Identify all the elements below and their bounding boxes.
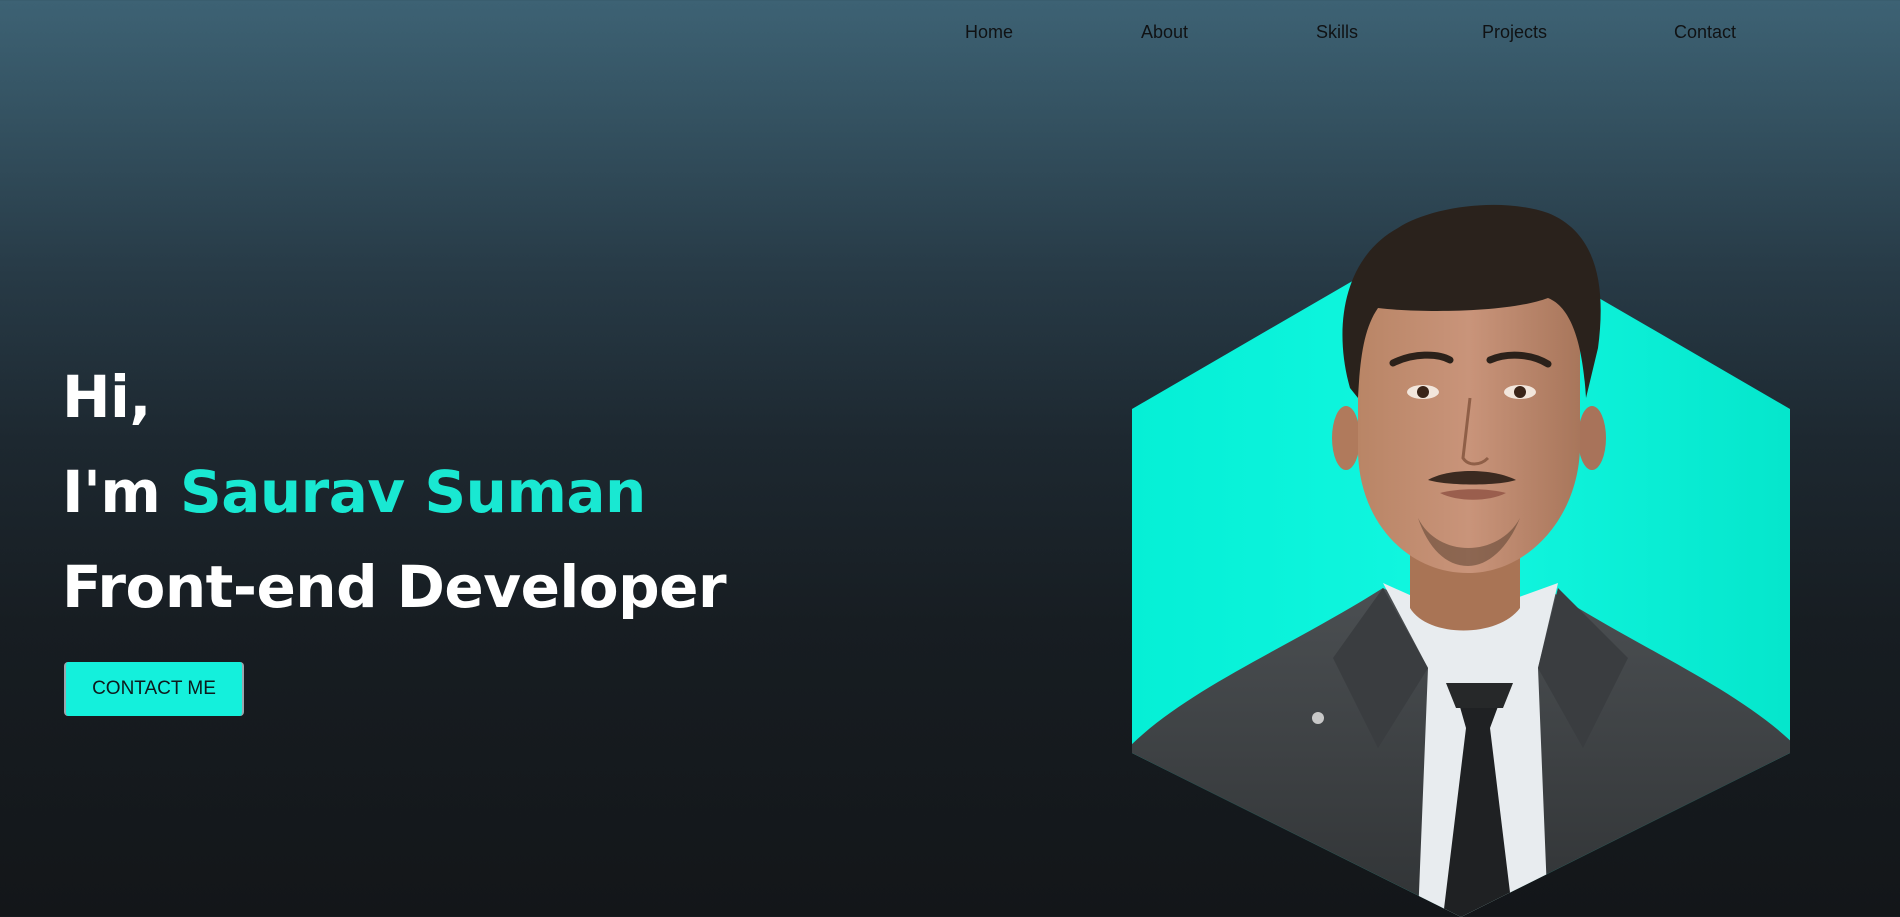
developer-name: Saurav Suman <box>179 458 646 526</box>
contact-me-button[interactable]: CONTACT ME <box>64 662 244 716</box>
profile-portrait <box>1128 188 1794 917</box>
intro-line: I'm Saurav Suman <box>62 445 726 540</box>
greeting-line: Hi, <box>62 363 151 431</box>
intro-prefix: I'm <box>62 458 180 526</box>
top-navigation: Home About Skills Projects Contact <box>0 22 1900 46</box>
face-shape <box>1358 268 1580 573</box>
person-portrait-icon <box>1132 204 1790 917</box>
nav-link-projects[interactable]: Projects <box>1482 22 1547 43</box>
nav-link-about[interactable]: About <box>1141 22 1188 43</box>
nav-link-contact[interactable]: Contact <box>1674 22 1736 43</box>
nav-link-home[interactable]: Home <box>965 22 1013 43</box>
hero-heading: Hi, I'm Saurav Suman Front-end Developer <box>62 350 727 635</box>
role-line: Front-end Developer <box>62 553 727 621</box>
nav-link-skills[interactable]: Skills <box>1316 22 1358 43</box>
